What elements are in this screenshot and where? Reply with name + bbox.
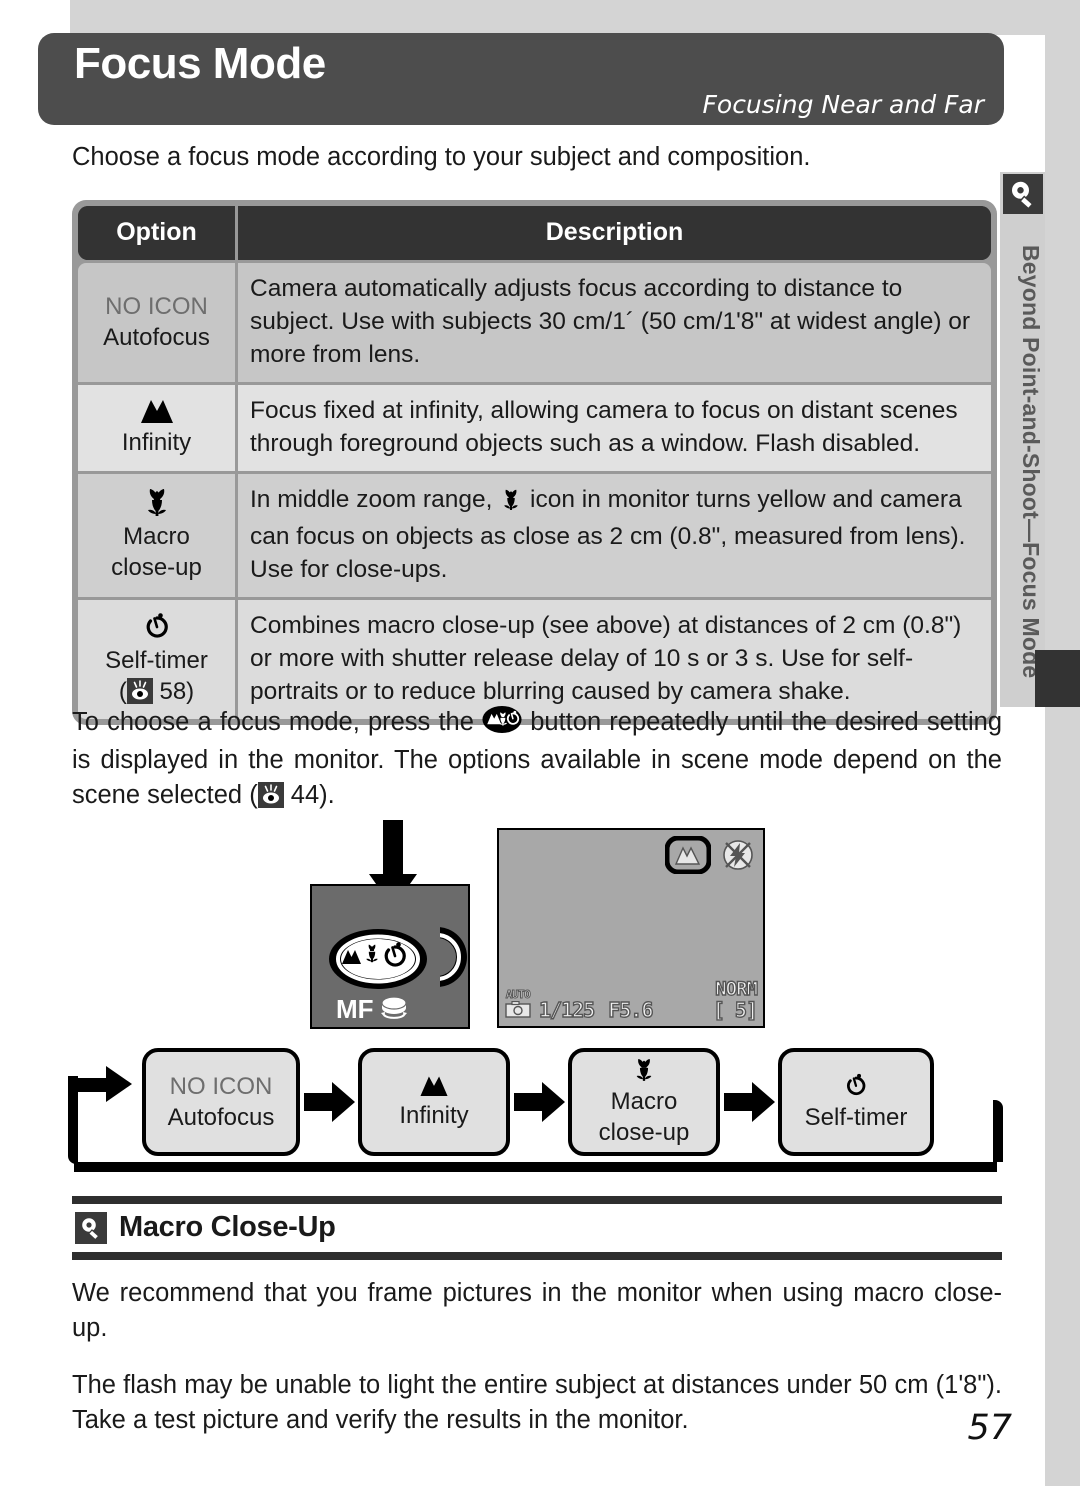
mountain-icon — [674, 846, 701, 865]
instruction-paragraph: To choose a focus mode, press the button… — [72, 705, 1002, 813]
paragraph-part-3: 44). — [283, 781, 335, 809]
flow-step-label: Self-timer — [804, 1103, 908, 1131]
manual-page: Focus Mode Focusing Near and Far Choose … — [0, 0, 1080, 1486]
flow-step-label: Infinity — [399, 1101, 469, 1129]
table-row: Infinity Focus fixed at infinity, allowi… — [78, 385, 991, 471]
flow-step-infinity[interactable]: Infinity — [358, 1048, 510, 1156]
chapter-tab-label: Beyond Point-and-Shoot—Focus Mode — [1018, 245, 1044, 679]
focus-mode-button[interactable] — [328, 928, 428, 995]
flow-step-macro[interactable]: Macro close-up — [568, 1048, 720, 1156]
loop-arrowhead — [76, 1056, 134, 1107]
page-header-banner: Focus Mode Focusing Near and Far — [38, 33, 1004, 125]
table-cell-option: Infinity — [78, 385, 238, 471]
self-timer-icon — [843, 1072, 869, 1098]
flow-step-label: Macro — [610, 1087, 678, 1115]
section-rule-top — [72, 1196, 1002, 1204]
loop-right-segment — [993, 1100, 1003, 1162]
table-row: Self-timer ( 58) Combines macro close-up… — [78, 600, 991, 719]
camera-illustration: MF NORM AUTO 1/125 F5.6 [5] — [0, 820, 1005, 1035]
flash-off-icon — [721, 838, 755, 877]
option-label: Self-timer — [105, 646, 208, 674]
page-ref-number: 58) — [159, 677, 195, 705]
monitor-status-row: AUTO 1/125 F5.6 [ 5] — [505, 988, 759, 1023]
magnifier-icon — [75, 1211, 107, 1244]
right-gray-band — [1045, 0, 1080, 1486]
flow-arrow-2 — [514, 1080, 566, 1129]
monitor-frames-remaining: [ 5] — [712, 997, 759, 1022]
monitor-mode-label: AUTO — [505, 988, 531, 1002]
intro-paragraph: Choose a focus mode according to your su… — [72, 143, 811, 171]
table-cell-description: Camera automatically adjusts focus accor… — [238, 263, 991, 382]
paragraph-part-1: To choose a focus mode, press the — [72, 708, 483, 736]
page-subtitle: Focusing Near and Far — [702, 90, 984, 119]
table-row: NO ICON Autofocus Camera automatically a… — [78, 263, 991, 382]
no-icon: NO ICON — [169, 1073, 273, 1100]
table-cell-option: NO ICON Autofocus — [78, 263, 238, 382]
mf-label-group: MF — [336, 992, 411, 1027]
camera-body-right-edge — [440, 884, 470, 1029]
description-part-1: In middle zoom range, — [250, 486, 500, 513]
flow-step-label-2: close-up — [598, 1118, 690, 1146]
focus-mode-cycle-diagram: NO ICON Autofocus Infinity Macro close-u… — [68, 1038, 1003, 1178]
focus-mode-button-icon — [482, 706, 522, 743]
page-title: Focus Mode — [74, 39, 326, 88]
section-paragraph-1: We recommend that you frame pictures in … — [72, 1279, 1002, 1342]
table-cell-option: Macro close-up — [78, 474, 238, 597]
flow-step-autofocus[interactable]: NO ICON Autofocus — [142, 1048, 300, 1156]
page-number: 57 — [967, 1408, 1012, 1448]
mountain-icon — [137, 397, 177, 423]
reference-marker-icon — [126, 677, 153, 704]
section-paragraph-2: The flash may be unable to light the ent… — [72, 1371, 1002, 1434]
tulip-icon — [499, 487, 523, 520]
section-rule-bottom — [72, 1252, 1002, 1260]
mf-label: MF — [336, 994, 374, 1024]
table-cell-description: In middle zoom range, icon in monitor tu… — [238, 474, 991, 597]
dial-icon — [377, 992, 411, 1027]
section-title: Macro Close-Up — [119, 1211, 336, 1243]
table-cell-description: Combines macro close-up (see above) at d… — [238, 600, 991, 719]
option-label: Macro — [123, 522, 190, 550]
flow-step-label: Autofocus — [167, 1104, 275, 1131]
flow-arrow-1 — [304, 1080, 356, 1129]
macro-close-up-section: Macro Close-Up We recommend that you fra… — [72, 1196, 1002, 1438]
table-header-row: Option Description — [78, 206, 991, 260]
adjacent-button[interactable] — [440, 926, 468, 993]
option-label-2: close-up — [111, 553, 202, 581]
flow-arrow-3 — [724, 1080, 776, 1129]
mountain-icon — [417, 1074, 451, 1096]
camera-icon — [505, 1000, 531, 1022]
monitor-mode-group: AUTO — [505, 988, 531, 1022]
table-cell-option: Self-timer ( 58) — [78, 600, 238, 719]
table-row: Macro close-up In middle zoom range, ico… — [78, 474, 991, 597]
tulip-icon — [141, 487, 173, 517]
table-cell-description: Focus fixed at infinity, allowing camera… — [238, 385, 991, 471]
top-gray-band — [70, 0, 1080, 35]
section-heading: Macro Close-Up — [72, 1204, 1002, 1250]
monitor-selected-icon-highlight — [664, 835, 712, 879]
option-label: Infinity — [121, 428, 192, 456]
column-header-option: Option — [78, 206, 238, 260]
magnifier-icon — [1003, 174, 1043, 214]
monitor-aperture: F5.6 — [608, 997, 655, 1022]
chapter-tab-marker — [1035, 650, 1080, 707]
monitor-shutter-speed: 1/125 — [538, 997, 596, 1022]
option-page-ref: ( 58) — [119, 676, 194, 707]
flow-step-self-timer[interactable]: Self-timer — [778, 1048, 934, 1156]
tulip-icon — [631, 1057, 657, 1082]
camera-monitor: NORM AUTO 1/125 F5.6 [ 5] — [497, 828, 765, 1028]
loop-bottom-segment — [74, 1162, 997, 1172]
option-label: Autofocus — [103, 323, 210, 351]
column-header-description: Description — [238, 206, 991, 260]
reference-marker-icon — [257, 782, 284, 808]
paren-open: ( — [118, 677, 127, 705]
self-timer-icon — [142, 611, 172, 641]
no-icon: NO ICON — [105, 292, 208, 320]
focus-mode-table: Option Description NO ICON Autofocus Cam… — [72, 200, 997, 725]
